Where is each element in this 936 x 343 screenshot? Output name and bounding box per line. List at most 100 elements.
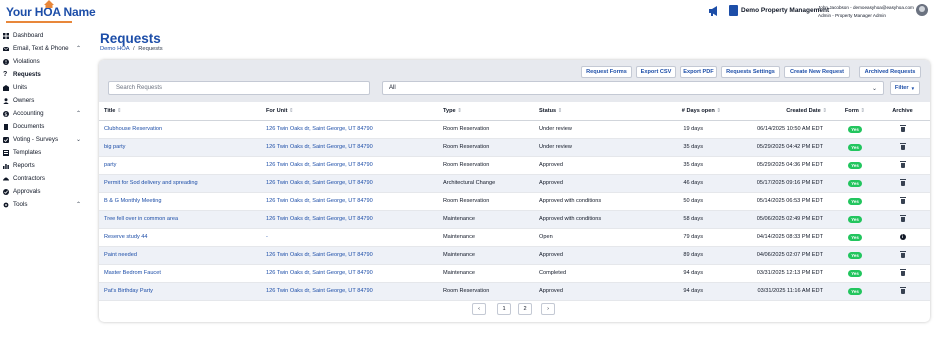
sidebar-item-approvals[interactable]: Approvals (3, 186, 89, 197)
column-header-form[interactable]: Form ⇕ (835, 102, 875, 121)
sidebar-item-dashboard[interactable]: Dashboard (3, 30, 89, 41)
export-csv-button[interactable]: Export CSV (636, 66, 676, 78)
chevron-up-icon[interactable]: ⌃ (76, 201, 81, 208)
unit-link[interactable]: 126 Twin Oaks dr, Saint George, UT 84790 (266, 192, 443, 211)
breadcrumb-home[interactable]: Demo HOA (100, 46, 129, 52)
caret-down-icon: ▼ (910, 85, 916, 91)
request-title-link[interactable]: Reserve study 44 (99, 228, 266, 247)
company-name[interactable]: Demo Property Management (741, 7, 829, 14)
form-status-badge[interactable]: Yes (848, 197, 862, 205)
request-title-link[interactable]: big party (99, 138, 266, 157)
chevron-up-icon[interactable]: ⌃ (76, 110, 81, 117)
sidebar-item-violations[interactable]: Violations (3, 56, 89, 67)
trash-icon[interactable] (899, 142, 906, 150)
user-role: Admin - Property Manager Admin (818, 13, 886, 18)
sidebar-item-label: Dashboard (13, 32, 44, 39)
unit-link[interactable]: - (266, 228, 443, 247)
request-title-link[interactable]: Permit for Sod delivery and spreading (99, 174, 266, 193)
unit-link[interactable]: 126 Twin Oaks dr, Saint George, UT 84790 (266, 174, 443, 193)
requests-table: Title ⇕ For Unit ⇕ Type ⇕ Status ⇕ # Day… (99, 102, 930, 301)
form-status-badge[interactable]: Yes (848, 161, 862, 169)
sidebar-item-accounting[interactable]: $ Accounting ⌃ (3, 108, 89, 119)
sidebar-item-tools[interactable]: Tools ⌃ (3, 199, 89, 210)
sidebar-item-requests[interactable]: ? Requests (3, 69, 89, 80)
archived-requests-button[interactable]: Archived Requests (859, 66, 921, 78)
trash-icon[interactable] (899, 286, 906, 294)
days-open: 58 days (641, 210, 727, 229)
info-icon[interactable]: i (899, 234, 906, 240)
pagination-page-2[interactable]: 2 (518, 303, 532, 315)
trash-icon[interactable] (899, 178, 906, 186)
chevron-up-icon[interactable]: ⌃ (76, 45, 81, 52)
megaphone-icon[interactable] (708, 5, 720, 17)
request-settings-button[interactable]: Requests Settings (721, 66, 780, 78)
request-title-link[interactable]: Pat's Birthday Party (99, 282, 266, 301)
unit-link[interactable]: 126 Twin Oaks dr, Saint George, UT 84790 (266, 210, 443, 229)
form-status-badge[interactable]: Yes (848, 179, 862, 187)
form-status-badge[interactable]: Yes (848, 233, 862, 241)
table-row[interactable]: B & G Monthly Meeting 126 Twin Oaks dr, S… (99, 192, 930, 211)
unit-link[interactable]: 126 Twin Oaks dr, Saint George, UT 84790 (266, 138, 443, 157)
create-new-request-button[interactable]: Create New Request (784, 66, 850, 78)
table-row[interactable]: Master Bedrom Faucet 126 Twin Oaks dr, Sa… (99, 264, 930, 283)
created-date: 05/17/2025 09:16 PM EDT (727, 174, 835, 193)
sidebar-item-contractors[interactable]: Contractors (3, 173, 89, 184)
table-row[interactable]: Paint needed 126 Twin Oaks dr, Saint Geor… (99, 246, 930, 265)
unit-link[interactable]: 126 Twin Oaks dr, Saint George, UT 84790 (266, 282, 443, 301)
sidebar-item-units[interactable]: Units (3, 82, 89, 93)
trash-icon[interactable] (899, 124, 906, 132)
column-header-status[interactable]: Status ⇕ (539, 102, 641, 121)
pagination-next-button[interactable]: › (541, 303, 555, 315)
trash-icon[interactable] (899, 160, 906, 168)
form-status-badge[interactable]: Yes (848, 125, 862, 133)
form-status-badge[interactable]: Yes (848, 269, 862, 277)
trash-icon[interactable] (899, 250, 906, 258)
sort-icon: ⇕ (116, 107, 122, 114)
unit-link[interactable]: 126 Twin Oaks dr, Saint George, UT 84790 (266, 156, 443, 175)
status-select-value: All (389, 85, 396, 91)
form-status-badge[interactable]: Yes (848, 251, 862, 259)
table-row[interactable]: Pat's Birthday Party 126 Twin Oaks dr, Sa… (99, 282, 930, 301)
sidebar-item-owners[interactable]: Owners (3, 95, 89, 106)
form-status-badge[interactable]: Yes (848, 287, 862, 295)
request-title-link[interactable]: Master Bedrom Faucet (99, 264, 266, 283)
column-header-title[interactable]: Title ⇕ (99, 102, 266, 121)
table-row[interactable]: party 126 Twin Oaks dr, Saint George, UT … (99, 156, 930, 175)
column-header-unit[interactable]: For Unit ⇕ (266, 102, 443, 121)
table-row[interactable]: Permit for Sod delivery and spreading 126… (99, 174, 930, 193)
unit-link[interactable]: 126 Twin Oaks dr, Saint George, UT 84790 (266, 246, 443, 265)
table-row[interactable]: Tree fell over in common area 126 Twin Oa… (99, 210, 930, 229)
sidebar-item-voting[interactable]: Voting - Surveys ⌄ (3, 134, 89, 145)
filter-button[interactable]: Filter ▼ (890, 81, 920, 95)
pagination-prev-button[interactable]: ‹ (472, 303, 486, 315)
sidebar-item-documents[interactable]: Documents (3, 121, 89, 132)
trash-icon[interactable] (899, 196, 906, 204)
export-pdf-button[interactable]: Export PDF (680, 66, 717, 78)
form-status-badge[interactable]: Yes (848, 143, 862, 151)
chevron-down-icon[interactable]: ⌄ (76, 136, 81, 143)
sidebar-item-reports[interactable]: Reports (3, 160, 89, 171)
request-title-link[interactable]: Paint needed (99, 246, 266, 265)
table-row[interactable]: Clubhouse Reservation 126 Twin Oaks dr, S… (99, 120, 930, 139)
pagination-page-1[interactable]: 1 (497, 303, 511, 315)
sidebar-item-email[interactable]: Email, Text & Phone ⌃ (2, 43, 89, 54)
request-forms-button[interactable]: Request Forms (581, 66, 632, 78)
table-row[interactable]: big party 126 Twin Oaks dr, Saint George,… (99, 138, 930, 157)
table-row[interactable]: Reserve study 44- Maintenance Open 79 days 0… (99, 228, 930, 247)
request-title-link[interactable]: party (99, 156, 266, 175)
request-title-link[interactable]: Clubhouse Reservation (99, 120, 266, 139)
request-title-link[interactable]: B & G Monthly Meeting (99, 192, 266, 211)
form-status-badge[interactable]: Yes (848, 215, 862, 223)
column-header-days-open[interactable]: # Days open ⇕ (641, 102, 727, 121)
column-header-type[interactable]: Type ⇕ (443, 102, 539, 121)
column-header-created[interactable]: Created Date ⇕ (727, 102, 835, 121)
search-input[interactable]: Search Requests (108, 81, 370, 95)
trash-icon[interactable] (899, 268, 906, 276)
unit-link[interactable]: 126 Twin Oaks dr, Saint George, UT 84790 (266, 264, 443, 283)
unit-link[interactable]: 126 Twin Oaks dr, Saint George, UT 84790 (266, 120, 443, 139)
status-select[interactable]: All ⌄ (382, 81, 884, 95)
trash-icon[interactable] (899, 214, 906, 222)
request-title-link[interactable]: Tree fell over in common area (99, 210, 266, 229)
avatar[interactable] (916, 4, 928, 16)
sidebar-item-templates[interactable]: Templates (3, 147, 89, 158)
